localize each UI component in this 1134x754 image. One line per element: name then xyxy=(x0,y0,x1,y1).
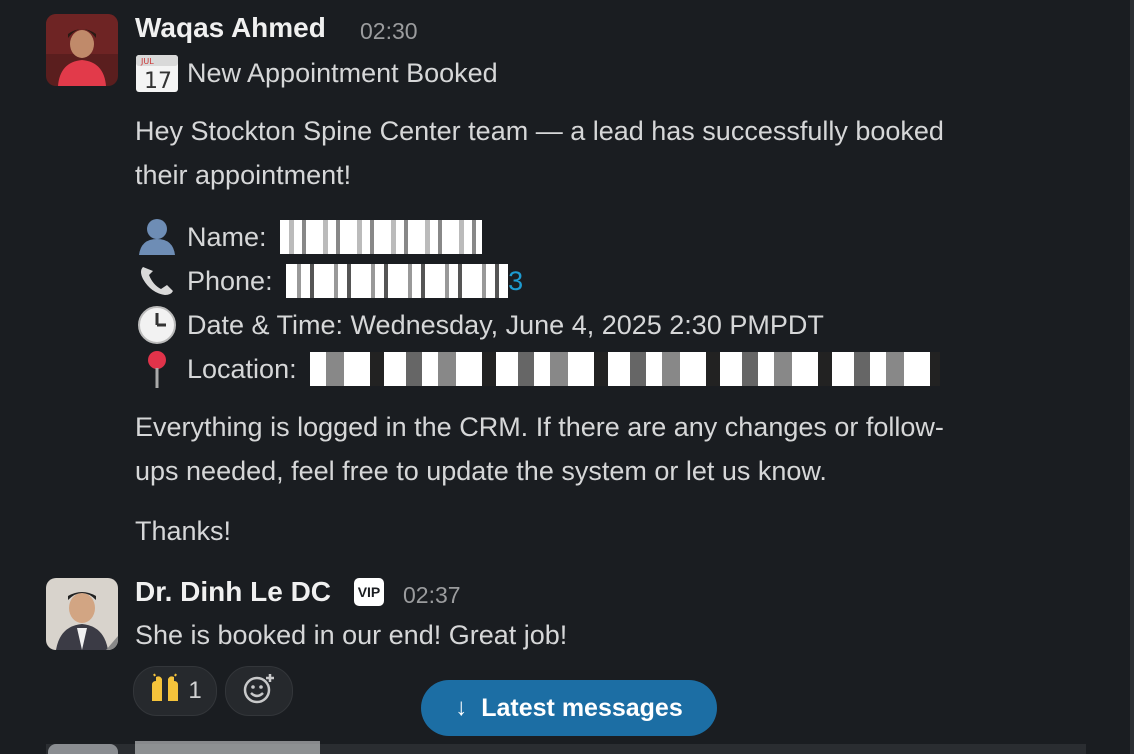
redacted-location xyxy=(310,352,941,386)
avatar-dinh[interactable] xyxy=(46,578,118,650)
calendar-month: JUL xyxy=(140,57,154,66)
vip-badge: VIP xyxy=(354,578,384,606)
latest-messages-button[interactable]: ↓ Latest messages xyxy=(421,680,717,736)
raised-hands-icon xyxy=(148,673,182,710)
avatar-image xyxy=(46,578,118,650)
intro-line-2: their appointment! xyxy=(135,160,352,190)
add-reaction-button[interactable] xyxy=(225,666,293,716)
author-name[interactable]: Dr. Dinh Le DC xyxy=(135,576,331,608)
avatar-image xyxy=(46,14,118,86)
author-name[interactable]: Waqas Ahmed xyxy=(135,12,326,44)
name-label: Name: xyxy=(187,222,267,253)
field-datetime: Date & Time: Wednesday, June 4, 2025 2:3… xyxy=(135,305,824,346)
pushpin-icon xyxy=(135,349,179,388)
next-message-author xyxy=(135,741,320,754)
field-phone: Phone: 3 xyxy=(135,264,523,302)
message-text: She is booked in our end! Great job! xyxy=(135,620,568,650)
location-label: Location: xyxy=(187,354,297,385)
calendar-day: 17 xyxy=(144,69,172,93)
next-message-avatar xyxy=(48,744,118,754)
clock-icon xyxy=(135,305,179,344)
arrow-down-icon: ↓ xyxy=(455,694,468,721)
field-location: Location: xyxy=(135,349,941,390)
field-name: Name: xyxy=(135,217,483,258)
message-title: New Appointment Booked xyxy=(187,58,498,89)
scrollbar-track xyxy=(1130,0,1134,754)
phone-link[interactable]: 3 xyxy=(508,266,523,296)
reaction-count: 1 xyxy=(188,677,202,704)
phone-label: Phone: xyxy=(187,266,273,297)
redacted-phone xyxy=(286,264,509,298)
person-icon xyxy=(135,217,179,255)
body-line-1: Everything is logged in the CRM. If ther… xyxy=(135,412,944,442)
add-reaction-icon xyxy=(242,672,276,711)
timestamp[interactable]: 02:37 xyxy=(403,582,461,609)
calendar-icon: JUL 17 xyxy=(135,53,179,94)
telephone-icon xyxy=(135,261,179,299)
timestamp[interactable]: 02:30 xyxy=(360,18,418,45)
latest-messages-label: Latest messages xyxy=(481,693,683,722)
intro-line-1: Hey Stockton Spine Center team — a lead … xyxy=(135,116,944,146)
signoff: Thanks! xyxy=(135,516,232,546)
datetime-text: Date & Time: Wednesday, June 4, 2025 2:3… xyxy=(187,310,824,341)
redacted-name xyxy=(280,220,483,254)
body-line-2: ups needed, feel free to update the syst… xyxy=(135,456,827,486)
avatar-waqas[interactable] xyxy=(46,14,118,86)
reaction-raised-hands[interactable]: 1 xyxy=(133,666,217,716)
message-title-line: JUL 17 New Appointment Booked xyxy=(135,53,498,94)
